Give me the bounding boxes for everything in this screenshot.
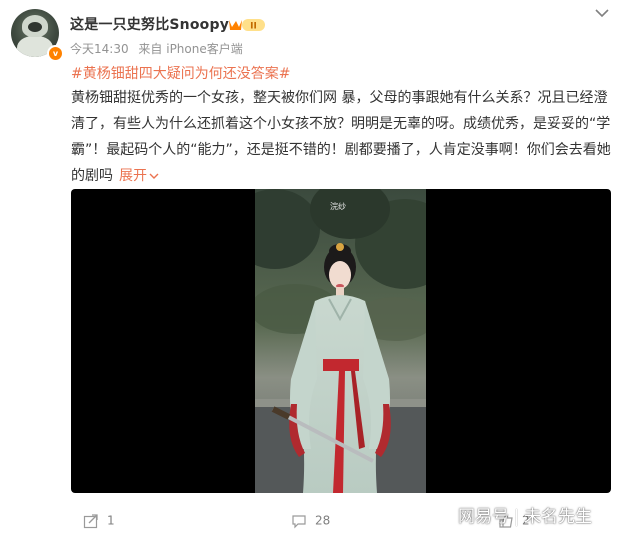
post-meta: 今天14:30 来自 iPhone客户端 — [70, 40, 249, 57]
post-body-line: 清了，有些人为什么还抓着这个小女孩不放？明明是无辜的呀。成绩优秀，是妥妥的“学 — [71, 116, 611, 132]
watermark-divider — [516, 508, 517, 526]
calligraphy-title: 浣纱 — [330, 201, 346, 211]
chevron-down-icon — [149, 173, 159, 179]
post-body-text: 的剧吗 — [71, 168, 113, 184]
post-time[interactable]: 今天14:30 — [70, 42, 129, 56]
expand-label: 展开 — [119, 168, 147, 184]
username[interactable]: 这是一只史努比Snoopy — [70, 14, 229, 34]
weibo-post-card: v 这是一只史努比Snoopy II 今天14:30 来自 iPhone客户端 … — [0, 0, 622, 535]
comment-button[interactable]: 28 — [291, 513, 330, 529]
post-body-line: 黄杨钿甜挺优秀的一个女孩，整天被你们网 暴，父母的事跟她有什么关系？况且已经澄 — [71, 90, 608, 106]
watermark-right: 未名先生 — [524, 507, 592, 527]
source-watermark: 网易号 未名先生 — [458, 502, 592, 528]
post-source: 来自 iPhone客户端 — [138, 42, 243, 56]
post-body-line: 霸”！最起码个人的“能力”，还是挺不错的！剧都要播了，人肯定没事啊！你们会去看她 — [71, 142, 611, 158]
repost-button[interactable]: 1 — [83, 513, 115, 529]
video-media[interactable]: 浣纱 — [71, 189, 611, 493]
repost-count: 1 — [107, 513, 115, 528]
repost-icon — [83, 514, 98, 529]
vip-level-badge-icon[interactable]: II — [228, 17, 266, 32]
vip-level-text: II — [250, 22, 257, 32]
video-frame-image: 浣纱 — [255, 189, 426, 493]
avatar-face — [28, 22, 42, 32]
post-body-line-last: 的剧吗 展开 — [71, 163, 611, 189]
expand-link[interactable]: 展开 — [119, 168, 159, 184]
hashtag-link[interactable]: #黄杨钿甜四大疑问为何还没答案# — [71, 63, 290, 83]
post-body: 黄杨钿甜挺优秀的一个女孩，整天被你们网 暴，父母的事跟她有什么关系？况且已经澄 … — [71, 85, 611, 189]
more-options-chevron-icon[interactable] — [594, 7, 610, 19]
watermark-left: 网易号 — [458, 507, 509, 527]
comment-count: 28 — [315, 513, 331, 528]
verified-badge-icon: v — [47, 45, 64, 62]
comment-icon — [292, 515, 306, 529]
